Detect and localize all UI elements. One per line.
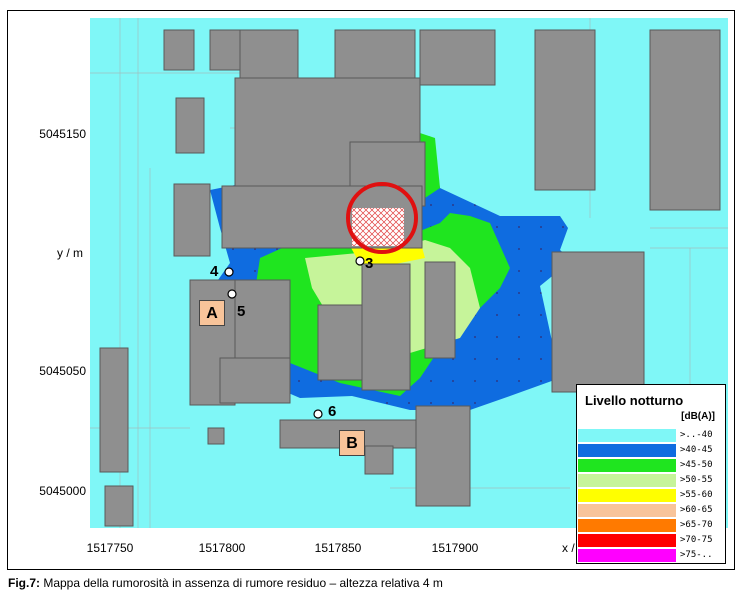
point-label-3: 3 — [365, 255, 374, 272]
legend-label: >45-50 — [680, 460, 713, 470]
receiver-point-5 — [227, 289, 237, 299]
legend-swatch — [578, 519, 676, 532]
receiver-point-4 — [224, 267, 234, 277]
legend-row: >60-65 — [578, 504, 724, 517]
legend-row: >70-75 — [578, 534, 724, 547]
legend-swatch — [578, 549, 676, 562]
legend: Livello notturno [dB(A)] >..-40 >40-45 >45… — [576, 384, 726, 564]
legend-label: >75-.. — [680, 550, 713, 560]
legend-label: >..-40 — [680, 430, 713, 440]
y-axis-label: y / m — [57, 246, 83, 260]
legend-label: >60-65 — [680, 505, 713, 515]
legend-swatch — [578, 504, 676, 517]
legend-title: Livello notturno — [585, 393, 684, 408]
legend-row: >55-60 — [578, 489, 724, 502]
point-label-6: 6 — [328, 403, 337, 420]
figure-caption: Fig.7: Mappa della rumorosità in assenza… — [8, 576, 443, 590]
legend-row: >..-40 — [578, 429, 724, 442]
x-tick-4: 1517900 — [431, 541, 479, 555]
legend-label: >65-70 — [680, 520, 713, 530]
site-label-a: A — [199, 300, 225, 326]
legend-unit: [dB(A)] — [681, 411, 715, 422]
legend-label: >55-60 — [680, 490, 713, 500]
legend-row: >75-.. — [578, 549, 724, 562]
legend-label: >70-75 — [680, 535, 713, 545]
x-tick-2: 1517800 — [198, 541, 246, 555]
legend-swatch — [578, 474, 676, 487]
legend-swatch — [578, 444, 676, 457]
legend-row: >40-45 — [578, 444, 724, 457]
legend-row: >65-70 — [578, 519, 724, 532]
site-label-b: B — [339, 430, 365, 456]
caption-prefix: Fig.7: — [8, 576, 40, 590]
legend-label: >40-45 — [680, 445, 713, 455]
legend-swatch — [578, 489, 676, 502]
x-tick-1: 1517750 — [86, 541, 134, 555]
receiver-point-6 — [313, 409, 323, 419]
caption-text: Mappa della rumorosità in assenza di rum… — [40, 576, 443, 590]
legend-swatch — [578, 459, 676, 472]
legend-row: >45-50 — [578, 459, 724, 472]
point-label-4: 4 — [210, 263, 219, 280]
legend-row: >50-55 — [578, 474, 724, 487]
y-tick-1: 5045150 — [39, 127, 86, 141]
y-tick-2: 5045050 — [39, 364, 86, 378]
legend-label: >50-55 — [680, 475, 713, 485]
legend-swatch — [578, 429, 676, 442]
receiver-point-3 — [355, 256, 365, 266]
legend-swatch — [578, 534, 676, 547]
point-label-5: 5 — [237, 303, 246, 320]
source-area-hatch — [352, 208, 404, 246]
x-tick-3: 1517850 — [314, 541, 362, 555]
y-tick-3: 5045000 — [39, 484, 86, 498]
